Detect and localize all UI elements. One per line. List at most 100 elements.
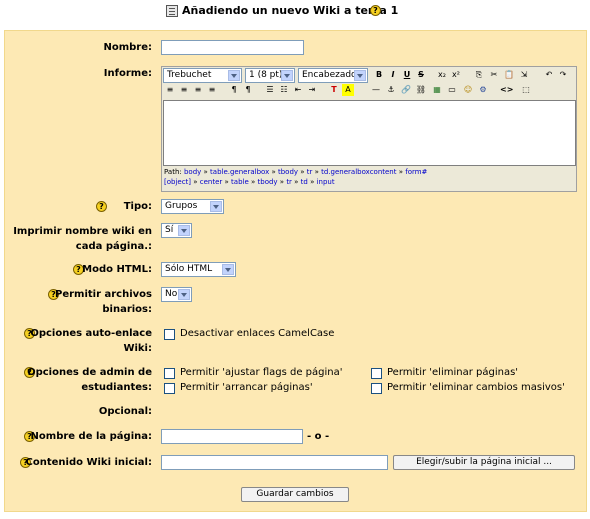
horizontal-rule-icon[interactable]: —: [370, 84, 382, 96]
background-color-icon[interactable]: A: [342, 84, 354, 96]
fullscreen-icon[interactable]: ⬚: [520, 84, 532, 96]
tipo-select[interactable]: Grupos: [161, 199, 224, 214]
editor-path-line-1: Path: body » table.generalbox » tbody » …: [164, 168, 428, 176]
binarios-label-line1: Permitir archivos: [54, 289, 152, 300]
eliminar-cambios-checkbox[interactable]: [371, 383, 382, 394]
imprimir-select-value: Sí: [165, 225, 174, 235]
path-link[interactable]: tr: [307, 168, 313, 176]
heading-select[interactable]: Encabezado 1: [298, 68, 368, 83]
unlink-icon[interactable]: ⛓: [415, 84, 427, 96]
arrancar-paginas-label: Permitir 'arrancar páginas': [180, 382, 313, 393]
contenido-label: Contenido Wiki inicial:: [25, 457, 152, 468]
tipo-label: Tipo:: [123, 201, 152, 212]
modo-html-select-value: Sólo HTML: [165, 264, 213, 274]
path-link[interactable]: tbody: [258, 178, 278, 186]
ordered-list-icon[interactable]: ☰: [264, 84, 276, 96]
chevron-down-icon: [210, 201, 222, 212]
auto-enlace-label-line1: Opciones auto-enlace: [30, 328, 152, 339]
wiki-icon: [166, 5, 178, 17]
chevron-down-icon: [222, 264, 234, 275]
chevron-down-icon: [354, 70, 366, 81]
editor-text-area[interactable]: [163, 100, 576, 166]
table-icon[interactable]: ▭: [446, 84, 458, 96]
admin-label-line1: Opciones de admin de: [27, 367, 152, 378]
path-link[interactable]: center: [200, 178, 223, 186]
nombre-pagina-input[interactable]: [161, 429, 303, 444]
auto-enlace-label-line2: Wiki:: [123, 343, 152, 354]
path-link[interactable]: table.generalbox: [210, 168, 269, 176]
text-color-icon[interactable]: T: [328, 84, 340, 96]
redo-icon[interactable]: ↷: [557, 69, 569, 81]
html-source-icon[interactable]: <>: [500, 84, 513, 96]
imprimir-select[interactable]: Sí: [161, 223, 192, 238]
modo-html-select[interactable]: Sólo HTML: [161, 262, 236, 277]
opcional-label: Opcional:: [98, 406, 152, 417]
indent-icon[interactable]: ⇥: [306, 84, 318, 96]
path-link[interactable]: td.generalboxcontent: [321, 168, 396, 176]
elegir-subir-button[interactable]: Elegir/subir la página inicial ...: [393, 455, 575, 470]
link-icon[interactable]: 🔗: [400, 84, 412, 96]
align-center-icon[interactable]: ≡: [178, 84, 190, 96]
italic-icon[interactable]: I: [387, 69, 399, 81]
chevron-down-icon: [178, 225, 190, 236]
ajustar-flags-checkbox[interactable]: [164, 368, 175, 379]
align-right-icon[interactable]: ≡: [192, 84, 204, 96]
nombre-input[interactable]: [161, 40, 304, 55]
imprimir-label-line2: cada página.:: [75, 241, 152, 252]
contenido-input[interactable]: [161, 455, 388, 470]
strikethrough-icon[interactable]: S: [415, 69, 427, 81]
superscript-icon[interactable]: x²: [450, 69, 462, 81]
eliminar-cambios-label: Permitir 'eliminar cambios masivos': [387, 382, 565, 393]
modo-html-label: Modo HTML:: [82, 264, 152, 275]
path-link[interactable]: [object]: [164, 178, 191, 186]
arrancar-paginas-checkbox[interactable]: [164, 383, 175, 394]
binarios-select[interactable]: No: [161, 287, 192, 302]
path-link[interactable]: tr: [286, 178, 292, 186]
anchor-icon[interactable]: ⚓: [385, 84, 397, 96]
size-select[interactable]: 1 (8 pt): [245, 68, 295, 83]
copy-icon[interactable]: ⎘: [473, 69, 485, 81]
path-link[interactable]: form#: [405, 168, 427, 176]
save-button[interactable]: Guardar cambios: [241, 487, 349, 502]
path-link[interactable]: td: [301, 178, 308, 186]
page-title: Añadiendo un nuevo Wiki a tema 1: [182, 4, 399, 17]
justify-icon[interactable]: ≡: [206, 84, 218, 96]
rtl-icon[interactable]: ¶: [242, 84, 254, 96]
underline-icon[interactable]: U: [401, 69, 413, 81]
eliminar-paginas-label: Permitir 'eliminar páginas': [387, 367, 519, 378]
help-icon[interactable]: ?: [96, 201, 107, 212]
tipo-select-value: Grupos: [165, 201, 198, 211]
binarios-label-line2: binarios:: [102, 304, 152, 315]
unordered-list-icon[interactable]: ☷: [278, 84, 290, 96]
help-icon[interactable]: ?: [370, 5, 381, 16]
smiley-icon[interactable]: ☺: [462, 84, 474, 96]
or-separator: - o -: [307, 431, 330, 442]
admin-label-line2: estudiantes:: [81, 382, 152, 393]
align-left-icon[interactable]: ≡: [164, 84, 176, 96]
font-select[interactable]: Trebuchet: [163, 68, 242, 83]
special-chars-icon[interactable]: ⚙: [477, 84, 489, 96]
camelcase-checkbox[interactable]: [164, 329, 175, 340]
outdent-icon[interactable]: ⇤: [292, 84, 304, 96]
font-select-value: Trebuchet: [167, 70, 212, 80]
undo-icon[interactable]: ↶: [543, 69, 555, 81]
ltr-icon[interactable]: ¶: [228, 84, 240, 96]
size-select-value: 1 (8 pt): [249, 70, 283, 80]
path-link[interactable]: body: [184, 168, 201, 176]
camelcase-checkbox-label: Desactivar enlaces CamelCase: [180, 328, 335, 339]
image-icon[interactable]: ▦: [431, 84, 443, 96]
informe-label: Informe:: [103, 68, 152, 79]
chevron-down-icon: [281, 70, 293, 81]
eliminar-paginas-checkbox[interactable]: [371, 368, 382, 379]
path-link[interactable]: input: [317, 178, 335, 186]
bold-icon[interactable]: B: [373, 69, 385, 81]
cut-icon[interactable]: ✂: [488, 69, 500, 81]
path-link[interactable]: table: [231, 178, 249, 186]
binarios-select-value: No: [165, 289, 178, 299]
page-heading: Añadiendo un nuevo Wiki a tema 1 ?: [0, 0, 590, 30]
subscript-icon[interactable]: x₂: [436, 69, 448, 81]
chevron-down-icon: [178, 289, 190, 300]
paste-icon[interactable]: 📋: [503, 69, 515, 81]
path-link[interactable]: tbody: [278, 168, 298, 176]
paste-word-icon[interactable]: ⇲: [518, 69, 530, 81]
